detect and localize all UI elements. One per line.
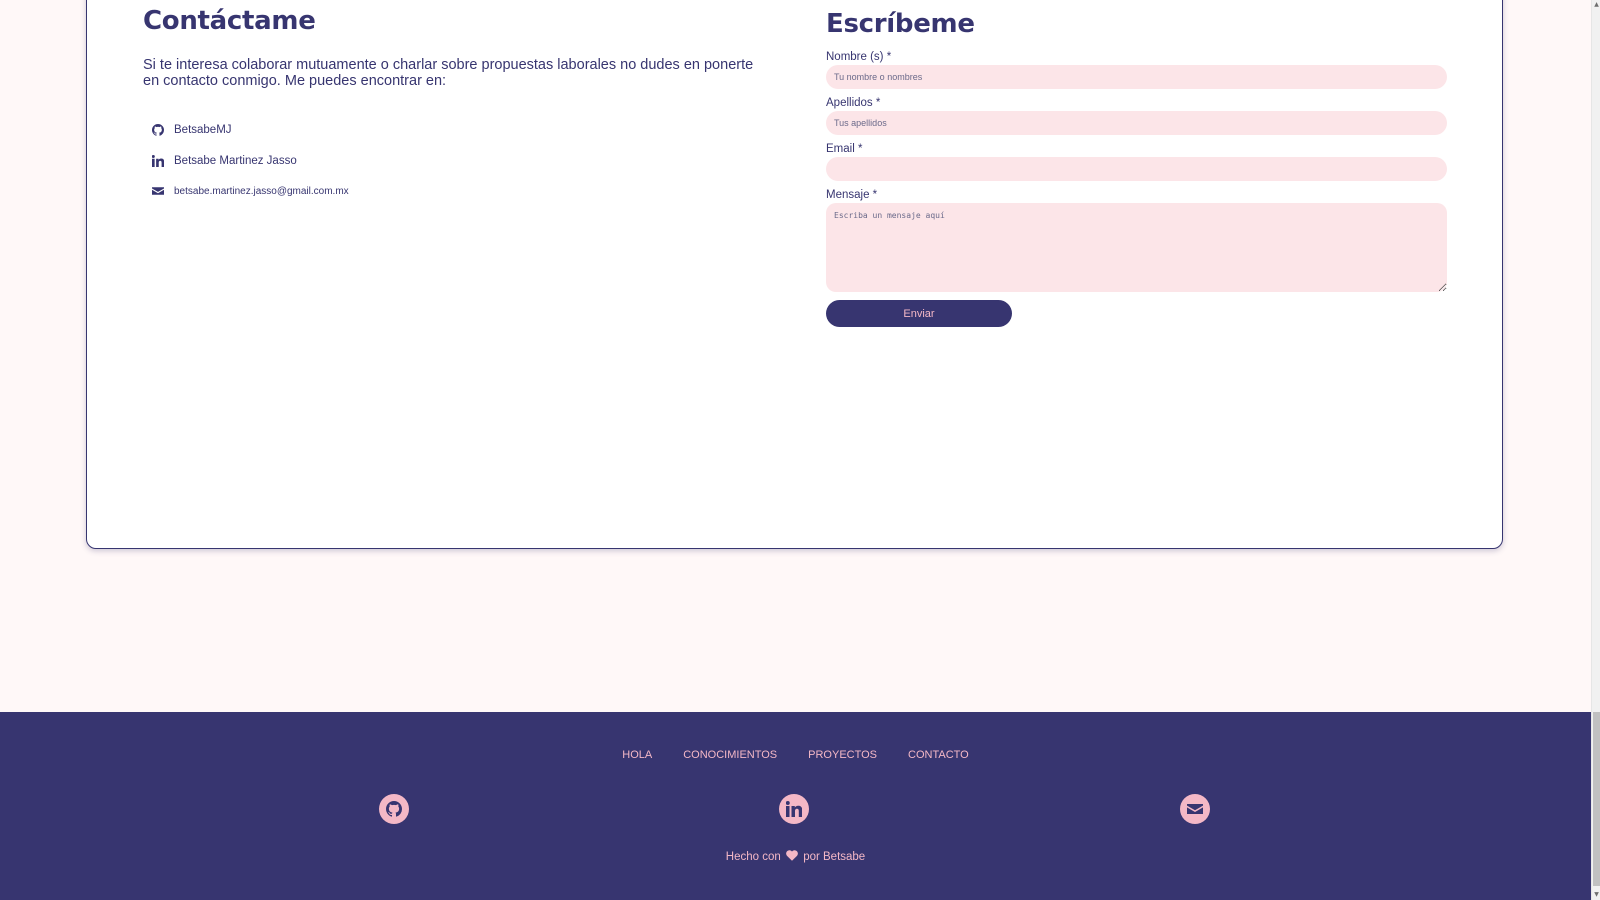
footer-link-hola[interactable]: HOLA xyxy=(607,749,668,761)
name-input[interactable] xyxy=(826,65,1447,89)
footer-link-contacto[interactable]: CONTACTO xyxy=(893,749,985,761)
lastname-input[interactable] xyxy=(826,111,1447,135)
message-form: Escríbeme Nombre (s) * Apellidos * Email… xyxy=(826,9,1447,327)
message-label: Mensaje * xyxy=(826,189,878,201)
contact-item-label: betsabe.martinez.jasso@gmail.com.mx xyxy=(174,185,349,197)
credit-prefix: Hecho con xyxy=(725,851,781,863)
footer-link-proyectos[interactable]: PROYECTOS xyxy=(793,749,893,761)
footer: HOLA CONOCIMIENTOS PROYECTOS CONTACTO He… xyxy=(0,712,1591,900)
envelope-icon xyxy=(1187,804,1203,814)
name-label: Nombre (s) * xyxy=(826,51,892,63)
email-input[interactable] xyxy=(826,157,1447,181)
github-icon xyxy=(386,801,402,817)
scroll-up-icon[interactable]: ▲ xyxy=(1592,0,1600,10)
linkedin-icon xyxy=(786,801,802,817)
footer-link-conocimientos[interactable]: CONOCIMIENTOS xyxy=(668,749,793,761)
email-label: Email * xyxy=(826,143,863,155)
page-scrollbar[interactable]: ▲ ▼ xyxy=(1591,0,1600,900)
envelope-icon xyxy=(152,187,164,195)
contact-intro: Si te interesa colaborar mutuamente o ch… xyxy=(143,57,754,89)
contact-item-email[interactable]: betsabe.martinez.jasso@gmail.com.mx xyxy=(152,176,763,207)
github-icon xyxy=(152,124,164,136)
contact-list: BetsabeMJ Betsabe Martinez Jasso betsabe… xyxy=(152,115,763,207)
scrollbar-thumb[interactable] xyxy=(1593,712,1600,886)
footer-nav: HOLA CONOCIMIENTOS PROYECTOS CONTACTO xyxy=(0,749,1591,761)
contact-title: Contáctame xyxy=(143,6,316,36)
contact-item-github[interactable]: BetsabeMJ xyxy=(152,115,763,146)
message-textarea[interactable] xyxy=(826,203,1447,292)
footer-email-button[interactable] xyxy=(1180,794,1210,824)
heart-icon xyxy=(786,850,798,861)
form-title: Escríbeme xyxy=(826,9,975,39)
footer-linkedin-button[interactable] xyxy=(779,794,809,824)
contact-item-label: BetsabeMJ xyxy=(174,124,232,137)
footer-credit: Hecho con por Betsabe xyxy=(0,850,1591,863)
contact-item-linkedin[interactable]: Betsabe Martinez Jasso xyxy=(152,146,763,177)
lastname-label: Apellidos * xyxy=(826,97,881,109)
send-button[interactable]: Enviar xyxy=(826,300,1012,327)
scroll-down-icon[interactable]: ▼ xyxy=(1592,890,1600,900)
linkedin-icon xyxy=(152,154,164,167)
contact-section: Contáctame Si te interesa colaborar mutu… xyxy=(143,6,763,207)
credit-suffix: por Betsabe xyxy=(803,851,866,863)
contact-item-label: Betsabe Martinez Jasso xyxy=(174,154,297,167)
footer-github-button[interactable] xyxy=(379,794,409,824)
